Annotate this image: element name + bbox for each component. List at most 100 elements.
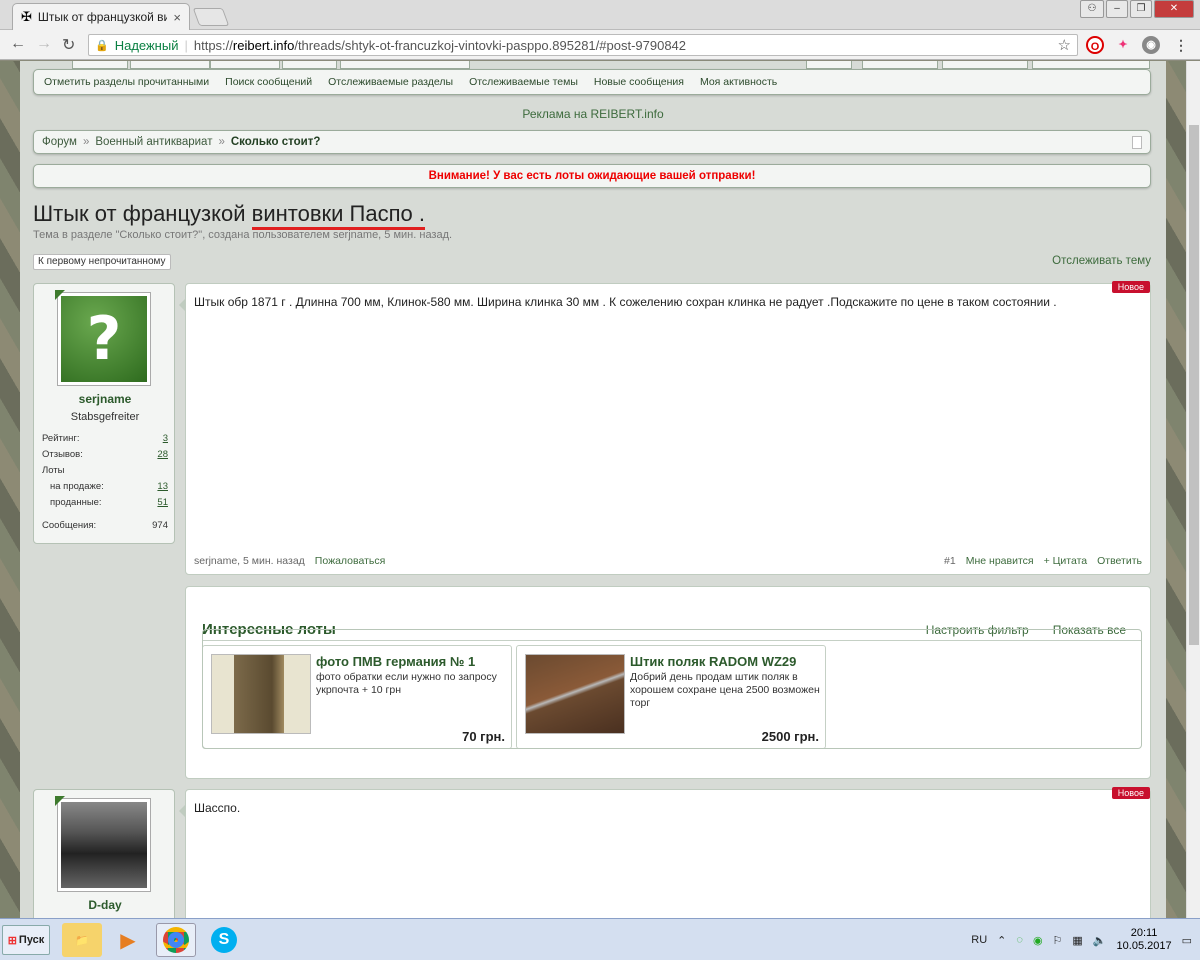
flag-icon[interactable]: ⚐ (1053, 934, 1063, 947)
menu-icon[interactable]: ⋮ (1172, 36, 1190, 54)
close-window-icon[interactable]: ✕ (1154, 0, 1194, 18)
iron-cross-favicon-icon: ✠ (21, 9, 32, 24)
forward-arrow-icon[interactable]: → (36, 35, 52, 53)
browser-tabstrip: ✠ Штык от французкой ви × ⚇ – ❐ ✕ (0, 0, 1200, 30)
reload-icon[interactable]: ↻ (62, 35, 75, 55)
show-desktop-icon[interactable]: ▭ (1182, 934, 1192, 947)
breadcrumb-forum[interactable]: Форум (42, 136, 77, 148)
post-meta[interactable]: serjname, 5 мин. назад (194, 555, 305, 567)
search-messages-link[interactable]: Поиск сообщений (225, 76, 312, 88)
breadcrumb-current[interactable]: Сколько стоит? (231, 136, 320, 148)
page-viewport: Отметить разделы прочитанными Поиск сооб… (0, 61, 1186, 918)
network-icon[interactable]: ▦ (1072, 934, 1082, 947)
sold-link[interactable]: 51 (157, 497, 168, 508)
rating-stat: Рейтинг: 3 (42, 433, 168, 444)
lot-title[interactable]: Штик поляк RADOM WZ29 (630, 654, 796, 669)
user-info-panel: D-day (33, 789, 175, 918)
post-text: Штык обр 1871 г . Длинна 700 мм, Клинок-… (194, 295, 1057, 309)
media-player-icon[interactable]: ▶ (108, 923, 148, 957)
reviews-stat: Отзывов: 28 (42, 449, 168, 460)
tab-title: Штык от французкой ви (37, 10, 168, 24)
user-info-panel: ? serjname Stabsgefreiter Рейтинг: 3 Отзы… (33, 283, 175, 544)
quick-links-bar: Отметить разделы прочитанными Поиск сооб… (33, 69, 1151, 95)
reply-link[interactable]: Ответить (1097, 555, 1142, 567)
like-link[interactable]: Мне нравится (966, 555, 1034, 567)
my-activity-link[interactable]: Моя активность (700, 76, 777, 88)
post-footer: serjname, 5 мин. назад Пожаловаться #1 М… (194, 555, 1142, 567)
scrollbar[interactable] (1186, 61, 1200, 918)
windows-taskbar: ⊞ Пуск 📁 ▶ S RU ⌃ ◌ ◉ ⚐ ▦ 🔈 20:11 10.05.20… (0, 918, 1200, 960)
post-message: Новое Штык обр 1871 г . Длинна 700 мм, К… (179, 281, 1151, 575)
watched-forums-link[interactable]: Отслеживаемые разделы (328, 76, 453, 88)
forum-content: Отметить разделы прочитанными Поиск сооб… (20, 61, 1166, 918)
close-tab-icon[interactable]: × (173, 10, 181, 25)
language-indicator[interactable]: RU (971, 934, 987, 946)
secure-label: Надежный (114, 37, 179, 53)
username[interactable]: serjname (34, 392, 176, 406)
lot-description: фото обратки если нужно по запросу укрпо… (316, 671, 497, 696)
rating-link[interactable]: 3 (163, 433, 168, 444)
lot-image[interactable] (525, 654, 625, 734)
minimize-icon[interactable]: – (1106, 0, 1128, 18)
bookmark-star-icon[interactable]: ☆ (1058, 36, 1071, 54)
selling-link[interactable]: 13 (157, 481, 168, 492)
watch-thread-link[interactable]: Отслеживать тему (1052, 255, 1151, 267)
user-icon[interactable]: ⚇ (1080, 0, 1104, 18)
question-mark-icon: ? (61, 296, 147, 382)
first-unread-button[interactable]: К первому непрочитанному (33, 254, 171, 270)
report-link[interactable]: Пожаловаться (315, 555, 386, 567)
new-messages-link[interactable]: Новые сообщения (594, 76, 684, 88)
user-photo (61, 802, 147, 888)
show-all-link[interactable]: Показать все (1053, 623, 1126, 637)
new-badge: Новое (1111, 787, 1150, 799)
volume-icon[interactable]: 🔈 (1093, 934, 1107, 947)
chevron-up-icon[interactable]: ⌃ (997, 934, 1006, 947)
color-extension-icon[interactable]: ✦ (1114, 36, 1132, 54)
explorer-icon[interactable]: 📁 (62, 923, 102, 957)
browser-toolbar: ← → ↻ 🔒 Надежный | https://reibert.info/… (0, 30, 1200, 60)
lot-card[interactable]: фото ПМВ германия № 1 фото обратки если … (202, 645, 512, 749)
lots-label: Лоты (42, 465, 65, 476)
messages-stat: Сообщения: 974 (42, 520, 168, 531)
system-tray: RU ⌃ ◌ ◉ ⚐ ▦ 🔈 20:11 10.05.2017 ▭ (971, 919, 1200, 960)
document-icon[interactable] (1132, 136, 1142, 149)
tray-app-icon[interactable]: ◌ (1016, 934, 1023, 946)
breadcrumb-section[interactable]: Военный антиквариат (95, 136, 212, 148)
filter-link[interactable]: Настроить фильтр (926, 623, 1029, 637)
chrome-icon[interactable] (156, 923, 196, 957)
start-button[interactable]: ⊞ Пуск (2, 925, 50, 955)
browser-tab[interactable]: ✠ Штык от французкой ви × (12, 3, 190, 30)
quote-link[interactable]: + Цитата (1044, 555, 1088, 567)
reviews-link[interactable]: 28 (157, 449, 168, 460)
clock[interactable]: 20:11 10.05.2017 (1117, 927, 1172, 953)
back-arrow-icon[interactable]: ← (10, 35, 26, 53)
watched-threads-link[interactable]: Отслеживаемые темы (469, 76, 578, 88)
post-message: Новое Шасспо. (179, 787, 1151, 918)
lock-icon: 🔒 (95, 39, 109, 52)
mark-read-link[interactable]: Отметить разделы прочитанными (44, 76, 209, 88)
post-number[interactable]: #1 (944, 555, 956, 567)
ad-link[interactable]: Реклама на REIBERT.info (20, 107, 1166, 121)
lot-image[interactable] (211, 654, 311, 734)
sold-stat: проданные: 51 (50, 497, 168, 508)
lot-description: Добрий день продам штик поляк в хорошем … (630, 671, 820, 709)
skype-icon[interactable]: S (204, 923, 244, 957)
scrollbar-thumb[interactable] (1189, 125, 1199, 645)
alert-banner[interactable]: Внимание! У вас есть лоты ожидающие ваше… (33, 164, 1151, 188)
opera-extension-icon[interactable]: O (1086, 36, 1104, 54)
avatar[interactable]: ? (57, 292, 151, 386)
new-tab-button[interactable] (192, 8, 230, 26)
lot-price: 2500 грн. (761, 729, 819, 744)
lot-price: 70 грн. (462, 729, 505, 744)
lots-heading: Интересные лоты (202, 621, 336, 638)
user-rank: Stabsgefreiter (70, 411, 140, 423)
tray-app-icon[interactable]: ◉ (1033, 934, 1043, 947)
avatar[interactable] (57, 798, 151, 892)
username[interactable]: D-day (34, 898, 176, 912)
lot-card[interactable]: Штик поляк RADOM WZ29 Добрий день продам… (516, 645, 826, 749)
lots-header: Интересные лоты Настроить фильтр Показат… (202, 619, 1142, 641)
address-bar[interactable]: 🔒 Надежный | https://reibert.info/thread… (88, 34, 1078, 56)
lot-title[interactable]: фото ПМВ германия № 1 (316, 654, 475, 669)
restore-icon[interactable]: ❐ (1130, 0, 1152, 18)
extension-icon[interactable]: ◉ (1142, 36, 1160, 54)
